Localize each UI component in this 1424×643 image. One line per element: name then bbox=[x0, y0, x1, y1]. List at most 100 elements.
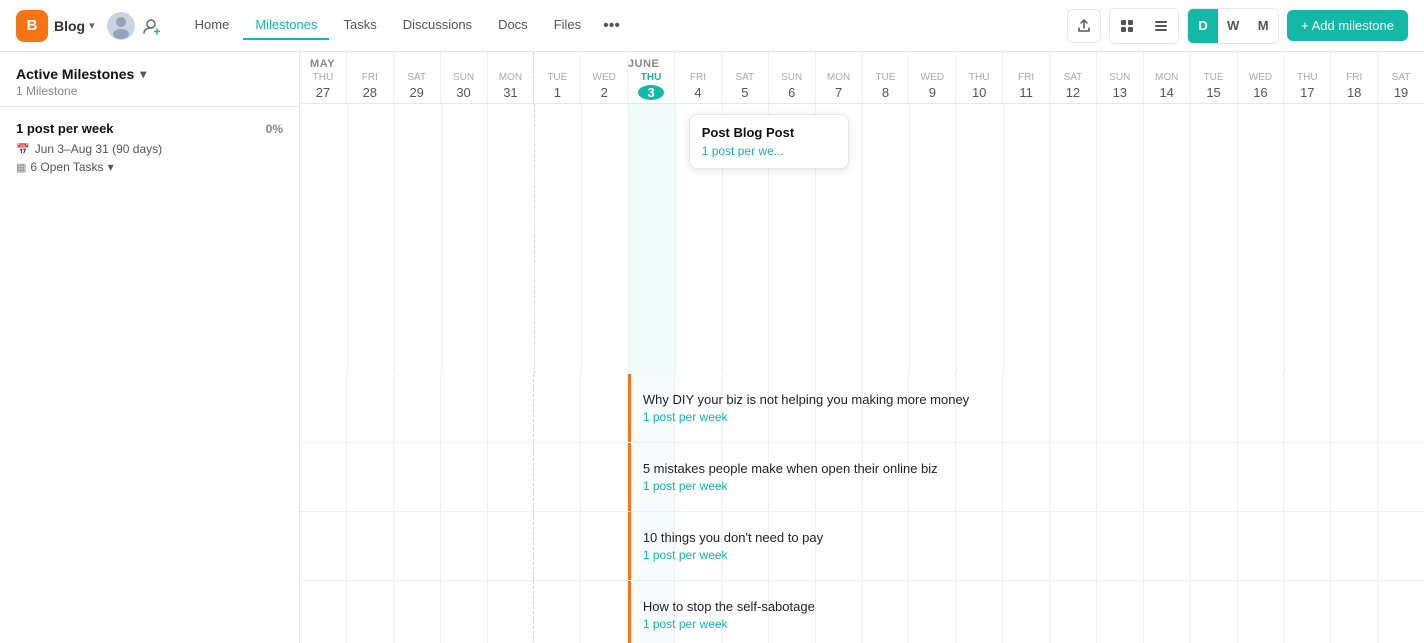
user-add-icon[interactable] bbox=[141, 15, 163, 37]
app-logo: B bbox=[16, 10, 48, 42]
grid-line bbox=[909, 104, 910, 374]
active-milestones-title[interactable]: Active Milestones ▾ bbox=[16, 66, 283, 82]
task-content[interactable]: How to stop the self-sabotage1 post per … bbox=[628, 581, 1424, 643]
task-cell bbox=[488, 581, 535, 643]
grid-line bbox=[862, 104, 863, 374]
day-number-label: 8 bbox=[872, 85, 898, 100]
task-cell bbox=[488, 374, 535, 442]
day-number-label: 1 bbox=[544, 85, 570, 100]
day-name-label: THU bbox=[313, 72, 334, 83]
task-cell bbox=[441, 512, 488, 580]
tab-docs[interactable]: Docs bbox=[486, 11, 540, 40]
task-tag: 1 post per week bbox=[643, 410, 1414, 424]
task-cell bbox=[534, 581, 581, 643]
day-number-label: 12 bbox=[1060, 85, 1086, 100]
project-name: Blog bbox=[54, 18, 85, 34]
top-nav: B Blog ▾ Home Milestones Tasks Discussio… bbox=[0, 0, 1424, 52]
tab-home[interactable]: Home bbox=[183, 11, 242, 40]
task-cell bbox=[347, 374, 394, 442]
milestone-percent: 0% bbox=[266, 122, 283, 136]
task-cell bbox=[347, 443, 394, 511]
day-number-label: 3 bbox=[638, 85, 664, 100]
day-number-label: 4 bbox=[685, 85, 711, 100]
list-view-button[interactable] bbox=[1144, 9, 1178, 43]
task-cell bbox=[581, 374, 628, 442]
grid-line bbox=[1284, 104, 1285, 374]
grid-line bbox=[534, 104, 535, 374]
milestones-chevron-icon: ▾ bbox=[140, 67, 146, 81]
day-number-label: 16 bbox=[1247, 85, 1273, 100]
task-title: 5 mistakes people make when open their o… bbox=[643, 461, 1414, 476]
day-number-label: 31 bbox=[497, 85, 523, 100]
tab-files[interactable]: Files bbox=[542, 11, 593, 40]
grid-view-button[interactable] bbox=[1110, 9, 1144, 43]
grid-line bbox=[1096, 104, 1097, 374]
day-col-7: MON 7 bbox=[816, 52, 863, 103]
task-tag: 1 post per week bbox=[643, 479, 1414, 493]
grid-line bbox=[1003, 104, 1004, 374]
task-row: 10 things you don't need to pay1 post pe… bbox=[300, 512, 1424, 581]
milestone-popup-card[interactable]: Post Blog Post1 post per we... bbox=[689, 114, 849, 169]
grid-line bbox=[394, 104, 395, 374]
task-cell bbox=[581, 581, 628, 643]
tab-tasks[interactable]: Tasks bbox=[331, 11, 388, 40]
calendar-icon: 📅 bbox=[16, 143, 30, 156]
task-cell bbox=[300, 443, 347, 511]
task-cell bbox=[581, 443, 628, 511]
task-cell bbox=[534, 374, 581, 442]
month-view-button[interactable]: M bbox=[1248, 9, 1278, 43]
tab-milestones[interactable]: Milestones bbox=[243, 11, 329, 40]
day-col-17: THU17 bbox=[1284, 52, 1331, 103]
week-view-button[interactable]: W bbox=[1218, 9, 1248, 43]
task-cell bbox=[394, 512, 441, 580]
view-toggle-group bbox=[1109, 8, 1179, 44]
app-container: B Blog ▾ Home Milestones Tasks Discussio… bbox=[0, 0, 1424, 643]
day-col-8: TUE8 bbox=[863, 52, 910, 103]
task-content[interactable]: Why DIY your biz is not helping you maki… bbox=[628, 374, 1424, 442]
day-name-label: FRI bbox=[1018, 72, 1034, 83]
task-cell bbox=[347, 512, 394, 580]
export-button[interactable] bbox=[1067, 9, 1101, 43]
day-name-label: SAT bbox=[1392, 72, 1411, 83]
day-col-4: FRI4 bbox=[675, 52, 722, 103]
task-content[interactable]: 5 mistakes people make when open their o… bbox=[628, 443, 1424, 511]
tab-discussions[interactable]: Discussions bbox=[391, 11, 484, 40]
day-number-label: 17 bbox=[1294, 85, 1320, 100]
day-col-30: SUN 30 bbox=[441, 52, 488, 103]
task-cell bbox=[488, 512, 535, 580]
task-cell bbox=[347, 581, 394, 643]
day-name-label: WED bbox=[1249, 72, 1272, 83]
milestone-name: 1 post per week bbox=[16, 121, 114, 136]
day-number-label: 30 bbox=[451, 85, 477, 100]
day-col-29: SAT29 bbox=[394, 52, 441, 103]
task-cell bbox=[441, 581, 488, 643]
grid-line bbox=[956, 104, 957, 374]
more-menu-button[interactable]: ••• bbox=[595, 13, 628, 39]
day-col-15: TUE15 bbox=[1191, 52, 1238, 103]
active-milestones-label: Active Milestones bbox=[16, 66, 134, 82]
day-name-label: MON bbox=[827, 72, 850, 83]
day-number-label: 7 bbox=[826, 85, 852, 100]
day-name-label: SUN bbox=[781, 72, 802, 83]
day-name-label: WED bbox=[593, 72, 616, 83]
grid-line bbox=[1330, 104, 1331, 374]
grid-line bbox=[441, 104, 442, 374]
day-col-2: WED2 bbox=[581, 52, 628, 103]
add-milestone-button[interactable]: + Add milestone bbox=[1287, 10, 1408, 41]
milestone-popup-tag: 1 post per we... bbox=[702, 144, 836, 158]
day-name-label: SUN bbox=[453, 72, 474, 83]
grid-line bbox=[487, 104, 488, 374]
day-view-button[interactable]: D bbox=[1188, 9, 1218, 43]
task-content[interactable]: 10 things you don't need to pay1 post pe… bbox=[628, 512, 1424, 580]
calendar-grid: Post Blog Post1 post per we... bbox=[300, 104, 1424, 374]
day-name-label: SUN bbox=[1109, 72, 1130, 83]
day-number-label: 14 bbox=[1154, 85, 1180, 100]
grid-line bbox=[1190, 104, 1191, 374]
calendar-header: MAYJUNETHU27FRI28SAT29SUN30MON31TUE1WED2… bbox=[300, 52, 1424, 104]
date-view-group: D W M bbox=[1187, 8, 1279, 44]
grid-line bbox=[1377, 104, 1378, 374]
day-name-label: THU bbox=[969, 72, 990, 83]
milestone-open-tasks[interactable]: ▦ 6 Open Tasks ▾ bbox=[16, 160, 283, 174]
project-chevron-icon: ▾ bbox=[89, 19, 95, 32]
task-title: Why DIY your biz is not helping you maki… bbox=[643, 392, 1414, 407]
